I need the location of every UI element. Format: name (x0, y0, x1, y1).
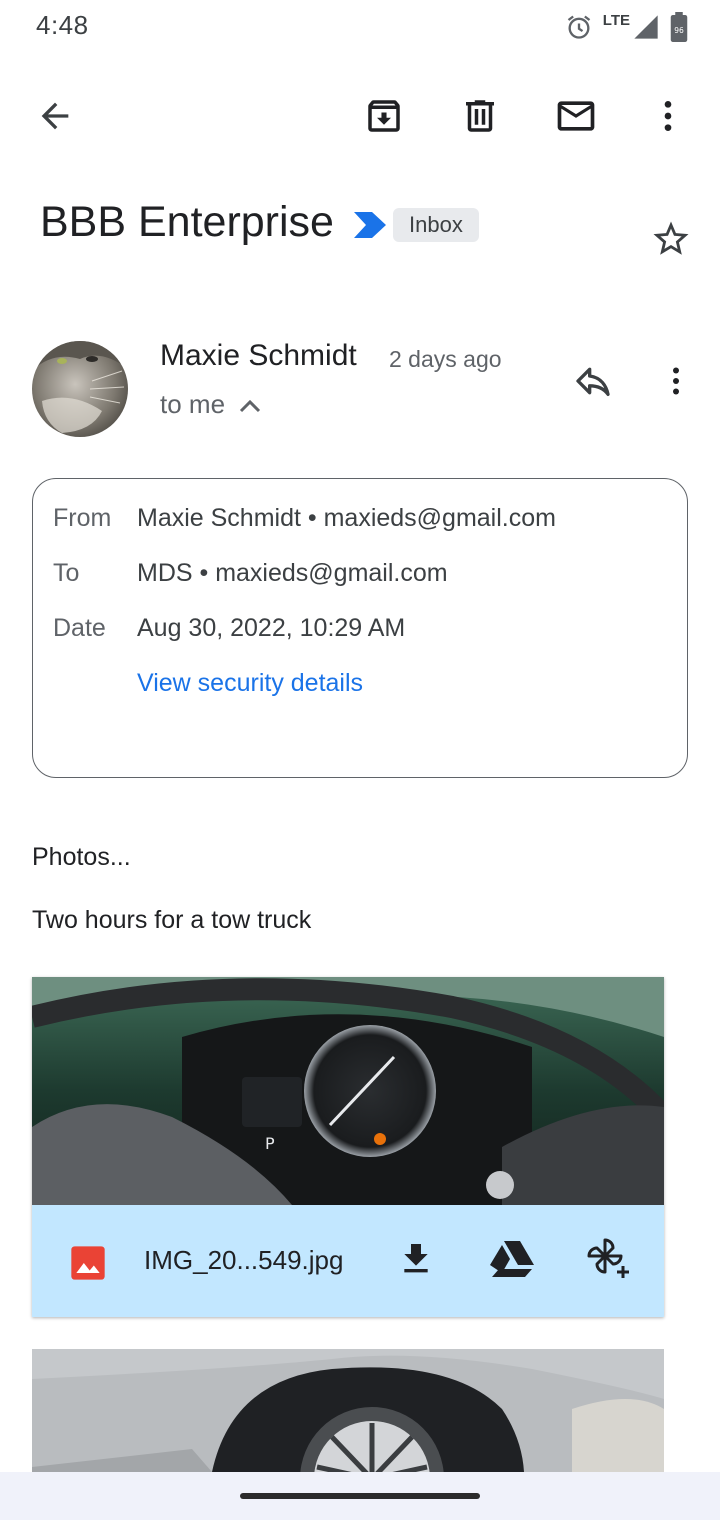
back-arrow-icon (35, 96, 75, 141)
image-file-icon (68, 1243, 108, 1288)
battery-icon: 96 (670, 12, 688, 42)
message-more-button[interactable] (652, 356, 700, 410)
recipient-summary: to me (160, 389, 226, 419)
more-vert-icon (658, 363, 694, 404)
signal-icon (632, 13, 660, 41)
sender-name: Maxie Schmidt (160, 339, 357, 372)
label-chip-inbox[interactable]: Inbox (393, 208, 479, 242)
attachment-bar: IMG_20...549.jpg (32, 1205, 664, 1317)
star-outline-icon (650, 218, 692, 265)
archive-icon (363, 95, 405, 142)
google-drive-icon (489, 1239, 535, 1284)
delete-icon (459, 95, 501, 142)
date-label: Date (53, 614, 106, 642)
back-button[interactable] (29, 92, 81, 144)
archive-button[interactable] (358, 92, 410, 144)
attachment-preview-image-2[interactable] (32, 1349, 664, 1472)
attachment-card[interactable]: P IMG_20...549.jpg (32, 977, 664, 1317)
to-value: MDS • maxieds@gmail.com (137, 559, 448, 587)
home-gesture-handle[interactable] (240, 1493, 480, 1499)
add-to-photos-button[interactable] (582, 1235, 634, 1287)
email-subject: BBB Enterprise (40, 198, 334, 246)
chevron-up-icon (239, 389, 261, 420)
svg-text:96: 96 (674, 26, 684, 35)
to-label: To (53, 559, 80, 587)
save-to-drive-button[interactable] (486, 1235, 538, 1287)
from-value: Maxie Schmidt • maxieds@gmail.com (137, 504, 556, 532)
recipient-details-toggle[interactable]: to me (160, 389, 261, 420)
svg-text:P: P (265, 1134, 275, 1153)
from-label: From (53, 504, 112, 532)
mark-unread-button[interactable] (550, 92, 602, 144)
email-toolbar (0, 76, 720, 158)
view-security-details-link[interactable]: View security details (137, 669, 363, 698)
importance-marker-icon[interactable] (352, 210, 388, 245)
more-options-button[interactable] (642, 92, 694, 144)
more-vert-icon (648, 96, 688, 141)
alarm-icon (565, 13, 593, 41)
add-to-photos-icon (585, 1236, 631, 1287)
system-nav-bar (0, 1472, 720, 1520)
date-value: Aug 30, 2022, 10:29 AM (137, 614, 406, 642)
delete-button[interactable] (454, 92, 506, 144)
download-icon (396, 1239, 436, 1284)
download-attachment-button[interactable] (390, 1235, 442, 1287)
attachment-preview-image[interactable]: P (32, 977, 664, 1205)
message-details-card: From Maxie Schmidt • maxieds@gmail.com T… (32, 478, 688, 778)
attachment-filename[interactable]: IMG_20...549.jpg (144, 1245, 343, 1276)
email-view-screen: 4:48 LTE 96 BBB Enterprise Inbox Maxie S… (0, 0, 720, 1520)
network-type-label: LTE (602, 11, 630, 29)
body-line-2: Two hours for a tow truck (32, 906, 312, 934)
reply-button[interactable] (566, 356, 620, 410)
body-line-1: Photos... (32, 843, 131, 871)
star-button[interactable] (648, 218, 694, 264)
reply-icon (573, 361, 613, 406)
sender-avatar[interactable] (32, 341, 128, 437)
sent-time: 2 days ago (389, 346, 502, 372)
status-icons: LTE 96 (565, 10, 688, 44)
status-time: 4:48 (36, 10, 89, 40)
mark-unread-icon (554, 94, 598, 143)
status-bar: 4:48 LTE 96 (0, 0, 720, 56)
